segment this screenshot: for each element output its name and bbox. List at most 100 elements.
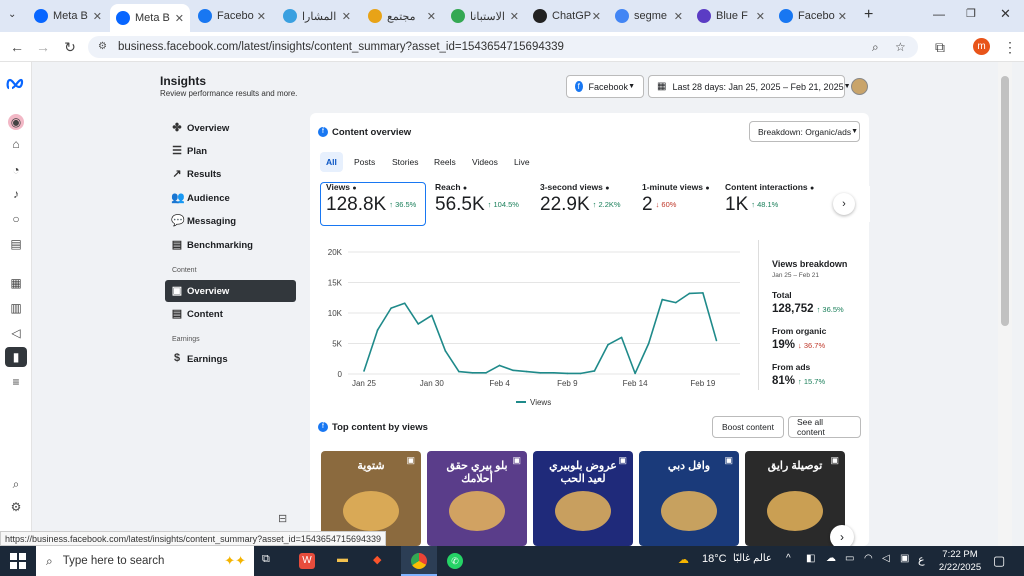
file-explorer-icon[interactable]: ▬ [337, 553, 348, 565]
menu-item-content[interactable]: ▤ Content [165, 303, 296, 325]
settings-gear-icon[interactable]: ⚙ [8, 499, 24, 515]
tab-close-icon[interactable]: ✕ [510, 10, 519, 23]
taskbar-search-box[interactable]: ⌕ Type here to search ✦✦ [36, 546, 254, 576]
top-content-thumbnail[interactable]: وافل دبي ▣ [639, 451, 739, 546]
browser-tab[interactable]: Meta B ✕ [110, 4, 190, 32]
filter-tab-stories[interactable]: Stories [386, 152, 424, 172]
clock-date[interactable]: 2/22/2025 [934, 562, 986, 573]
breakdown-selector[interactable]: Breakdown: Organic/ads ▼ [749, 121, 860, 142]
windows-start-icon[interactable] [10, 553, 26, 569]
pages-icon[interactable]: ▤ [8, 236, 24, 252]
filter-tab-videos[interactable]: Videos [466, 152, 504, 172]
browser-tab[interactable]: Facebo ✕ [192, 4, 272, 28]
address-bar[interactable]: ⚙ business.facebook.com/latest/insights/… [88, 36, 918, 58]
onedrive-icon[interactable]: ☁ [826, 553, 836, 564]
platform-selector[interactable]: f Facebook ▼ [566, 75, 644, 98]
close-window-icon[interactable]: ✕ [1000, 6, 1011, 22]
boost-content-button[interactable]: Boost content [712, 416, 784, 438]
see-all-content-button[interactable]: See all content [788, 416, 861, 438]
tab-close-icon[interactable]: ✕ [756, 10, 765, 23]
new-tab-plus-icon[interactable]: + [864, 6, 873, 24]
minimize-icon[interactable]: — [933, 7, 945, 21]
filter-tab-reels[interactable]: Reels [428, 152, 462, 172]
metric-reach[interactable]: Reach ● 56.5K ↑ 104.5% [435, 182, 519, 226]
tab-close-icon[interactable]: ✕ [674, 10, 683, 23]
wifi-icon[interactable]: ◠ [864, 553, 873, 564]
scrollbar-thumb[interactable] [1001, 76, 1009, 326]
menu-item-overview[interactable]: ▣ Overview [165, 280, 296, 302]
site-info-icon[interactable]: ⚙ [98, 36, 107, 58]
back-arrow-icon[interactable]: ← [9, 39, 25, 55]
info-icon[interactable]: ● [605, 185, 609, 192]
all-tools-menu-icon[interactable]: ≡ [8, 374, 24, 390]
browser-tab[interactable]: ChatGP ✕ [527, 4, 607, 28]
zoom-icon[interactable]: ⌕ [872, 36, 879, 58]
views-metric-selected-outline[interactable] [320, 182, 426, 226]
account-avatar-icon[interactable]: ◉ [8, 114, 24, 130]
filter-tab-all[interactable]: All [320, 152, 343, 172]
metrics-next-chevron-icon[interactable]: › [833, 193, 855, 215]
meta-logo-icon[interactable] [6, 78, 26, 90]
tab-close-icon[interactable]: ✕ [93, 10, 102, 23]
forward-arrow-icon[interactable]: → [35, 39, 51, 55]
browser-tab[interactable]: مجتمع ✕ [362, 4, 442, 28]
browser-tab[interactable]: Meta B ✕ [28, 4, 108, 28]
tab-close-icon[interactable]: ✕ [257, 10, 266, 23]
notifications-icon[interactable]: ◔ [8, 162, 24, 178]
insights-icon[interactable]: ▮ [5, 347, 27, 367]
tray-app-icon[interactable]: ◧ [806, 553, 815, 564]
filter-tab-live[interactable]: Live [508, 152, 536, 172]
bookmark-star-icon[interactable]: ☆ [895, 36, 906, 58]
tab-close-icon[interactable]: ✕ [838, 10, 847, 23]
task-view-icon[interactable]: ⧉ [262, 553, 270, 566]
inbox-icon[interactable]: ○ [8, 211, 24, 227]
table-icon[interactable]: ▥ [8, 300, 24, 316]
metric-3-second-views[interactable]: 3-second views ● 22.9K ↑ 2.2K% [540, 182, 621, 226]
volume-icon[interactable]: ◁ [882, 553, 890, 564]
restore-icon[interactable]: ❐ [966, 7, 976, 20]
notification-center-icon[interactable]: ▢ [993, 553, 1005, 569]
browser-tab[interactable]: Facebo ✕ [773, 4, 853, 28]
office-app-icon[interactable]: W [299, 553, 315, 569]
collapse-sidebar-icon[interactable]: ⊟ [278, 512, 287, 525]
reload-icon[interactable]: ↻ [62, 39, 78, 55]
battery-icon[interactable]: ▭ [845, 553, 854, 564]
tray-chevron-up-icon[interactable]: ^ [786, 553, 791, 564]
whatsapp-icon[interactable]: ✆ [447, 553, 463, 569]
tab-close-icon[interactable]: ✕ [427, 10, 436, 23]
menu-item-earnings[interactable]: $ Earnings [165, 348, 296, 370]
brave-browser-icon[interactable]: ◆ [373, 553, 381, 566]
date-range-selector[interactable]: ▦ Last 28 days: Jan 25, 2025 – Feb 21, 2… [648, 75, 851, 98]
page-avatar[interactable] [851, 78, 868, 95]
top-content-thumbnail[interactable]: عروض بلوبيري لعيد الحب ▣ [533, 451, 633, 546]
menu-item-plan[interactable]: ☰ Plan [165, 140, 296, 162]
filter-tab-posts[interactable]: Posts [348, 152, 381, 172]
browser-tab[interactable]: Blue F ✕ [691, 4, 771, 28]
search-icon[interactable]: ⌕ [8, 476, 24, 492]
bell-icon[interactable]: ♪ [8, 186, 24, 202]
tab-close-icon[interactable]: ✕ [175, 12, 184, 25]
megaphone-icon[interactable]: ◁ [8, 325, 24, 341]
menu-item-audience[interactable]: 👥 Audience [165, 187, 296, 209]
metric-1-minute-views[interactable]: 1-minute views ● 2 ↓ 60% [642, 182, 710, 226]
browser-tab[interactable]: segme ✕ [609, 4, 689, 28]
home-icon[interactable]: ⌂ [8, 136, 24, 152]
tab-close-icon[interactable]: ✕ [342, 10, 351, 23]
tab-search-chevron-icon[interactable]: ⌄ [8, 9, 16, 20]
language-indicator[interactable]: ع [918, 553, 925, 566]
menu-item-benchmarking[interactable]: ▤ Benchmarking [165, 234, 296, 256]
page-scrollbar[interactable] [998, 62, 1012, 546]
browser-tab[interactable]: الاستبانا ✕ [445, 4, 525, 28]
info-icon[interactable]: ● [810, 185, 814, 192]
ads-icon[interactable]: ▦ [8, 275, 24, 291]
menu-item-messaging[interactable]: 💬 Messaging [165, 210, 296, 232]
chrome-taskbar-button[interactable] [401, 546, 437, 576]
metric-content-interactions[interactable]: Content interactions ● 1K ↑ 48.1% [725, 182, 814, 226]
tab-close-icon[interactable]: ✕ [592, 10, 601, 23]
profile-avatar[interactable]: m [973, 38, 990, 55]
extensions-icon[interactable]: ⧉ [932, 39, 948, 55]
menu-item-results[interactable]: ↗ Results [165, 163, 296, 185]
browser-tab[interactable]: المشارا ✕ [277, 4, 357, 28]
info-icon[interactable]: ● [463, 185, 467, 192]
top-content-thumbnail[interactable]: بلو بيري حقق أحلامك ▣ [427, 451, 527, 546]
